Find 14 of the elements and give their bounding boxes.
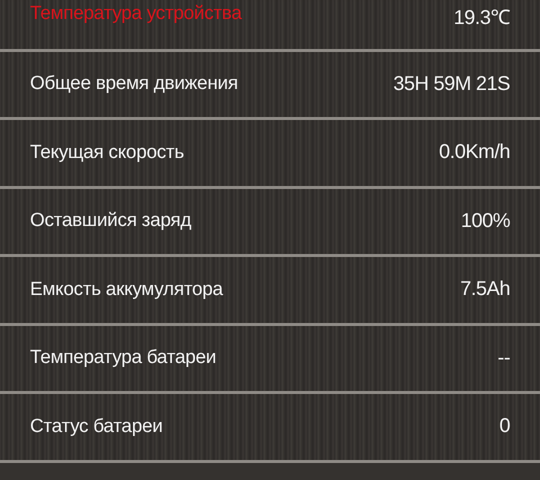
row-value: 19.3℃ — [454, 6, 510, 30]
row-value: 7.5Ah — [460, 278, 510, 302]
row-label: Температура батареи — [30, 347, 216, 370]
row-value: 35H 59M 21S — [393, 72, 510, 96]
row-label: Температура устройства — [30, 3, 242, 25]
row-value: 0.0Km/h — [439, 141, 510, 164]
row-value: -- — [498, 346, 510, 370]
row-label: Емкость аккумулятора — [30, 278, 223, 301]
row-label: Статус батареи — [30, 416, 163, 438]
row-label: Оставшийся заряд — [30, 210, 192, 232]
row-label: Общее время движения — [30, 73, 238, 96]
row-value: 100% — [460, 210, 510, 233]
row-value: 0 — [499, 415, 510, 438]
row-label: Текущая скорость — [30, 142, 184, 164]
